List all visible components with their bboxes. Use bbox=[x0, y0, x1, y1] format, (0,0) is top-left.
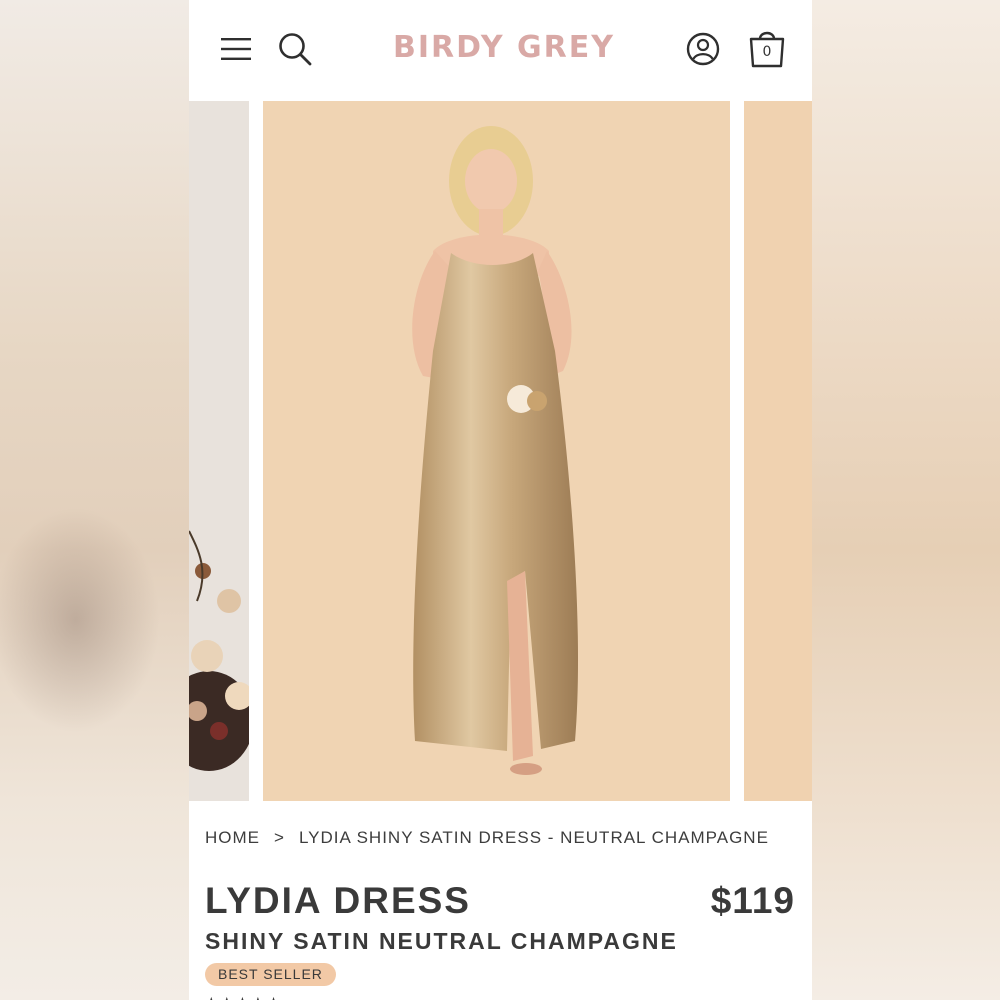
rating-stars-icon[interactable]: ★★★★★ bbox=[205, 994, 283, 1000]
previous-product-image[interactable] bbox=[189, 101, 249, 801]
background-blur-right bbox=[812, 0, 1000, 1000]
brand-logo[interactable]: BIRDY GREY bbox=[359, 30, 649, 65]
floral-arrangement-image bbox=[189, 101, 249, 801]
site-header: BIRDY GREY 0 bbox=[189, 0, 812, 100]
main-product-image[interactable] bbox=[263, 101, 730, 801]
account-icon[interactable] bbox=[686, 32, 720, 66]
product-image-carousel[interactable] bbox=[189, 101, 812, 801]
product-price: $119 bbox=[710, 880, 795, 921]
menu-icon[interactable] bbox=[221, 37, 251, 61]
product-title: LYDIA DRESS bbox=[205, 880, 471, 921]
breadcrumb-separator: > bbox=[274, 828, 285, 847]
cart-count: 0 bbox=[762, 44, 772, 60]
next-product-image[interactable] bbox=[744, 101, 812, 801]
mobile-page: BIRDY GREY 0 HOME > LYDIA SHINY SATIN DR… bbox=[189, 0, 812, 1000]
breadcrumb-home-link[interactable]: HOME bbox=[205, 828, 260, 848]
background-blur-left bbox=[0, 0, 189, 1000]
search-icon[interactable] bbox=[278, 32, 312, 66]
product-subtitle: SHINY SATIN NEUTRAL CHAMPAGNE bbox=[205, 928, 678, 954]
breadcrumb-current-page: LYDIA SHINY SATIN DRESS - NEUTRAL CHAMPA… bbox=[298, 828, 769, 847]
best-seller-badge: BEST SELLER bbox=[205, 963, 336, 986]
model-wearing-dress-image bbox=[263, 101, 730, 801]
breadcrumb: HOME > LYDIA SHINY SATIN DRESS - NEUTRAL C… bbox=[205, 828, 805, 848]
